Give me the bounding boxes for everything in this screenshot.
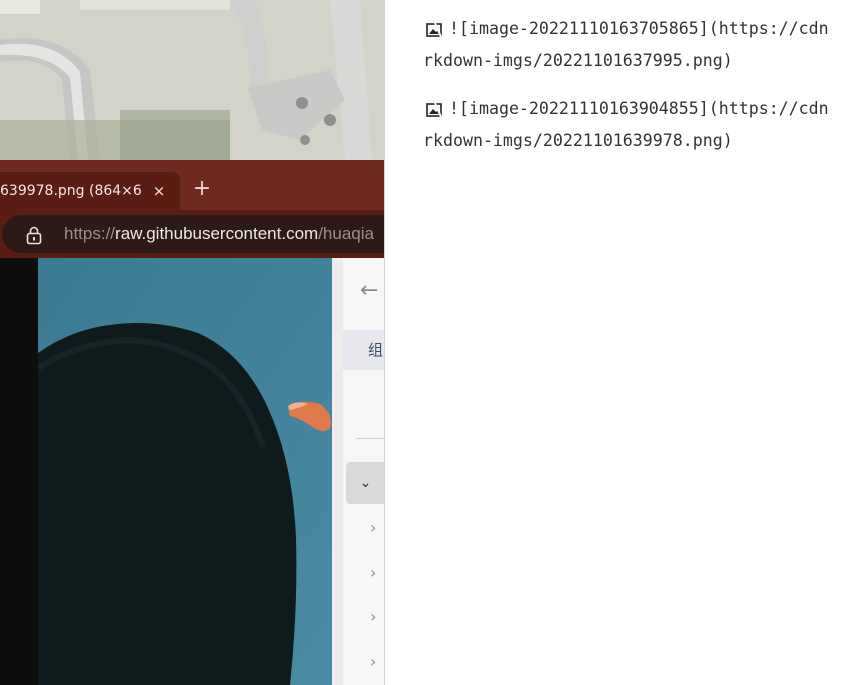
chevron-right-icon[interactable]: › <box>370 562 385 584</box>
lock-icon[interactable] <box>24 225 44 245</box>
markdown-line[interactable]: rkdown-imgs/20221101639978.png) <box>423 131 733 150</box>
photo-top-strip <box>0 0 385 160</box>
group-label[interactable]: 组 <box>343 330 385 370</box>
url-text: https://raw.githubusercontent.com/huaqia <box>64 215 374 253</box>
chevron-right-icon[interactable]: › <box>370 606 385 628</box>
plus-icon[interactable]: + <box>190 177 214 201</box>
handrail-illustration <box>0 0 385 160</box>
browser-screenshot: 639978.png (864×68 × + https://raw.githu… <box>0 0 385 685</box>
browser-tab-strip: 639978.png (864×68 × + <box>0 160 385 210</box>
chevron-right-icon[interactable]: › <box>370 517 385 539</box>
markdown-line[interactable]: rkdown-imgs/20221101637995.png) <box>423 51 733 70</box>
url-path: /huaqia <box>318 224 374 243</box>
broken-image-icon <box>426 102 442 118</box>
photo-main <box>38 258 332 685</box>
url-scheme: https:// <box>64 224 116 243</box>
chevron-right-icon[interactable]: › <box>370 651 385 673</box>
markdown-editor[interactable]: ![image-20221110163705865](https://cdn r… <box>385 0 858 685</box>
chevron-down-icon[interactable]: ⌄ <box>346 462 385 504</box>
browser-toolbar: https://raw.githubusercontent.com/huaqia <box>0 210 385 258</box>
markdown-line[interactable]: ![image-20221110163904855](https://cdn <box>449 99 829 118</box>
tab-title: 639978.png (864×68 <box>0 183 142 199</box>
browser-tab[interactable]: 639978.png (864×68 × <box>0 172 180 210</box>
markdown-line[interactable]: ![image-20221110163705865](https://cdn <box>449 19 829 38</box>
hair-photo-illustration <box>38 258 332 685</box>
divider <box>356 438 385 439</box>
back-arrow-icon[interactable]: ← <box>360 278 385 304</box>
url-host: raw.githubusercontent.com <box>115 224 319 243</box>
address-bar[interactable]: https://raw.githubusercontent.com/huaqia <box>2 215 385 253</box>
close-icon[interactable]: × <box>150 172 168 210</box>
broken-image-icon <box>426 22 442 38</box>
